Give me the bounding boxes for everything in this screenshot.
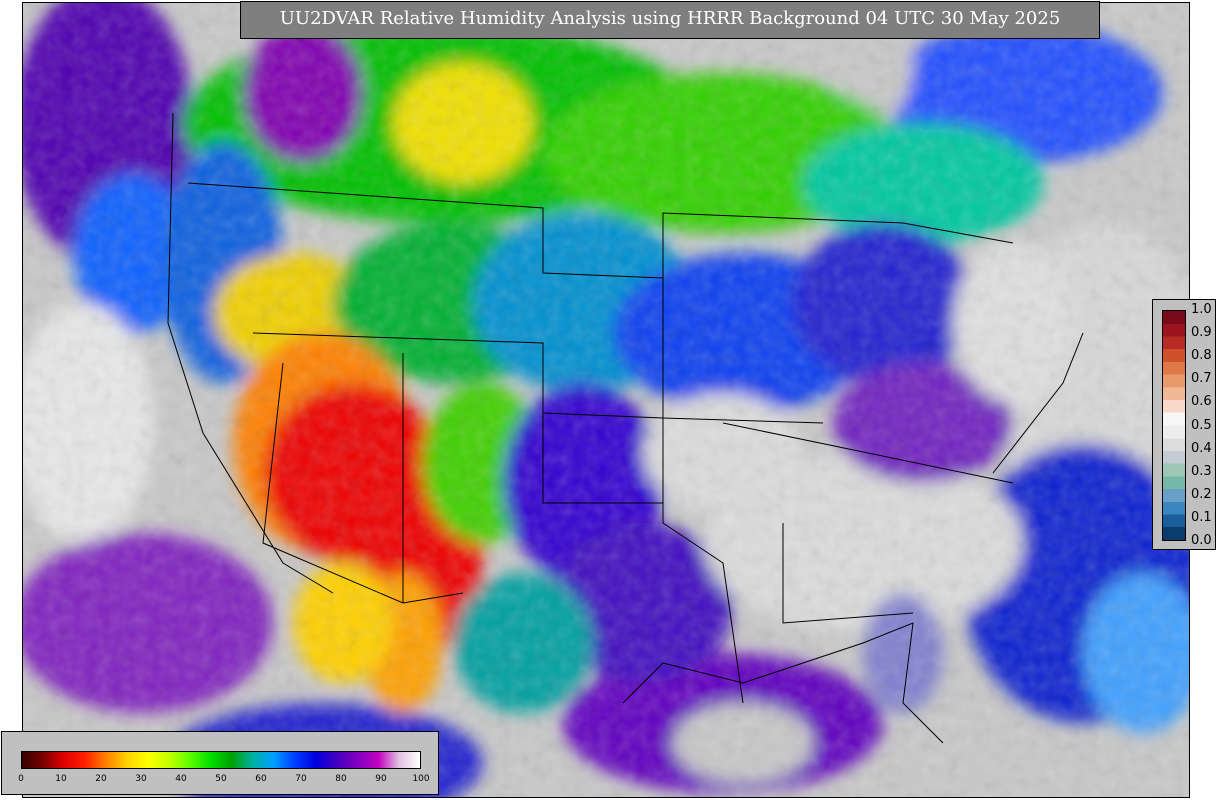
map-title: UU2DVAR Relative Humidity Analysis using… (279, 8, 1061, 29)
rh-tick-label: 30 (135, 774, 147, 784)
rh-colorbar-legend: 0 10 20 30 40 50 60 70 80 90 100 (1, 731, 439, 795)
increment-tick-label: 0.8 (1191, 348, 1212, 364)
rh-tick-label: 20 (95, 774, 107, 784)
rh-tick-label: 10 (55, 774, 67, 784)
increment-tick-label: 0.6 (1191, 394, 1212, 410)
rh-tick-label: 0 (18, 774, 24, 784)
humidity-map (23, 3, 1189, 797)
rh-colorbar (21, 751, 421, 769)
map-panel (22, 2, 1190, 798)
increment-tick-label: 0.0 (1191, 533, 1212, 548)
rh-tick-label: 100 (412, 774, 430, 784)
increment-colorbar-legend: 1.0 0.9 0.8 0.7 0.6 0.5 0.4 0.3 0.2 0.1 0.0 (1152, 299, 1216, 550)
rh-tick-label: 80 (335, 774, 347, 784)
map-title-box: UU2DVAR Relative Humidity Analysis using… (240, 1, 1100, 39)
rh-tick-label: 60 (255, 774, 267, 784)
increment-tick-label: 0.3 (1191, 463, 1212, 479)
rh-tick-label: 70 (295, 774, 307, 784)
rh-tick-label: 40 (175, 774, 187, 784)
increment-tick-label: 1.0 (1191, 302, 1212, 317)
increment-tick-label: 0.7 (1191, 371, 1212, 387)
rh-tick-label: 50 (215, 774, 227, 784)
rh-tick-label: 90 (375, 774, 387, 784)
increment-tick-label: 0.2 (1191, 486, 1212, 502)
increment-tick-label: 0.1 (1191, 509, 1212, 525)
increment-tick-label: 0.9 (1191, 325, 1212, 341)
increment-tick-label: 0.5 (1191, 417, 1212, 433)
increment-tick-label: 0.4 (1191, 440, 1212, 456)
increment-colorbar (1162, 310, 1186, 541)
